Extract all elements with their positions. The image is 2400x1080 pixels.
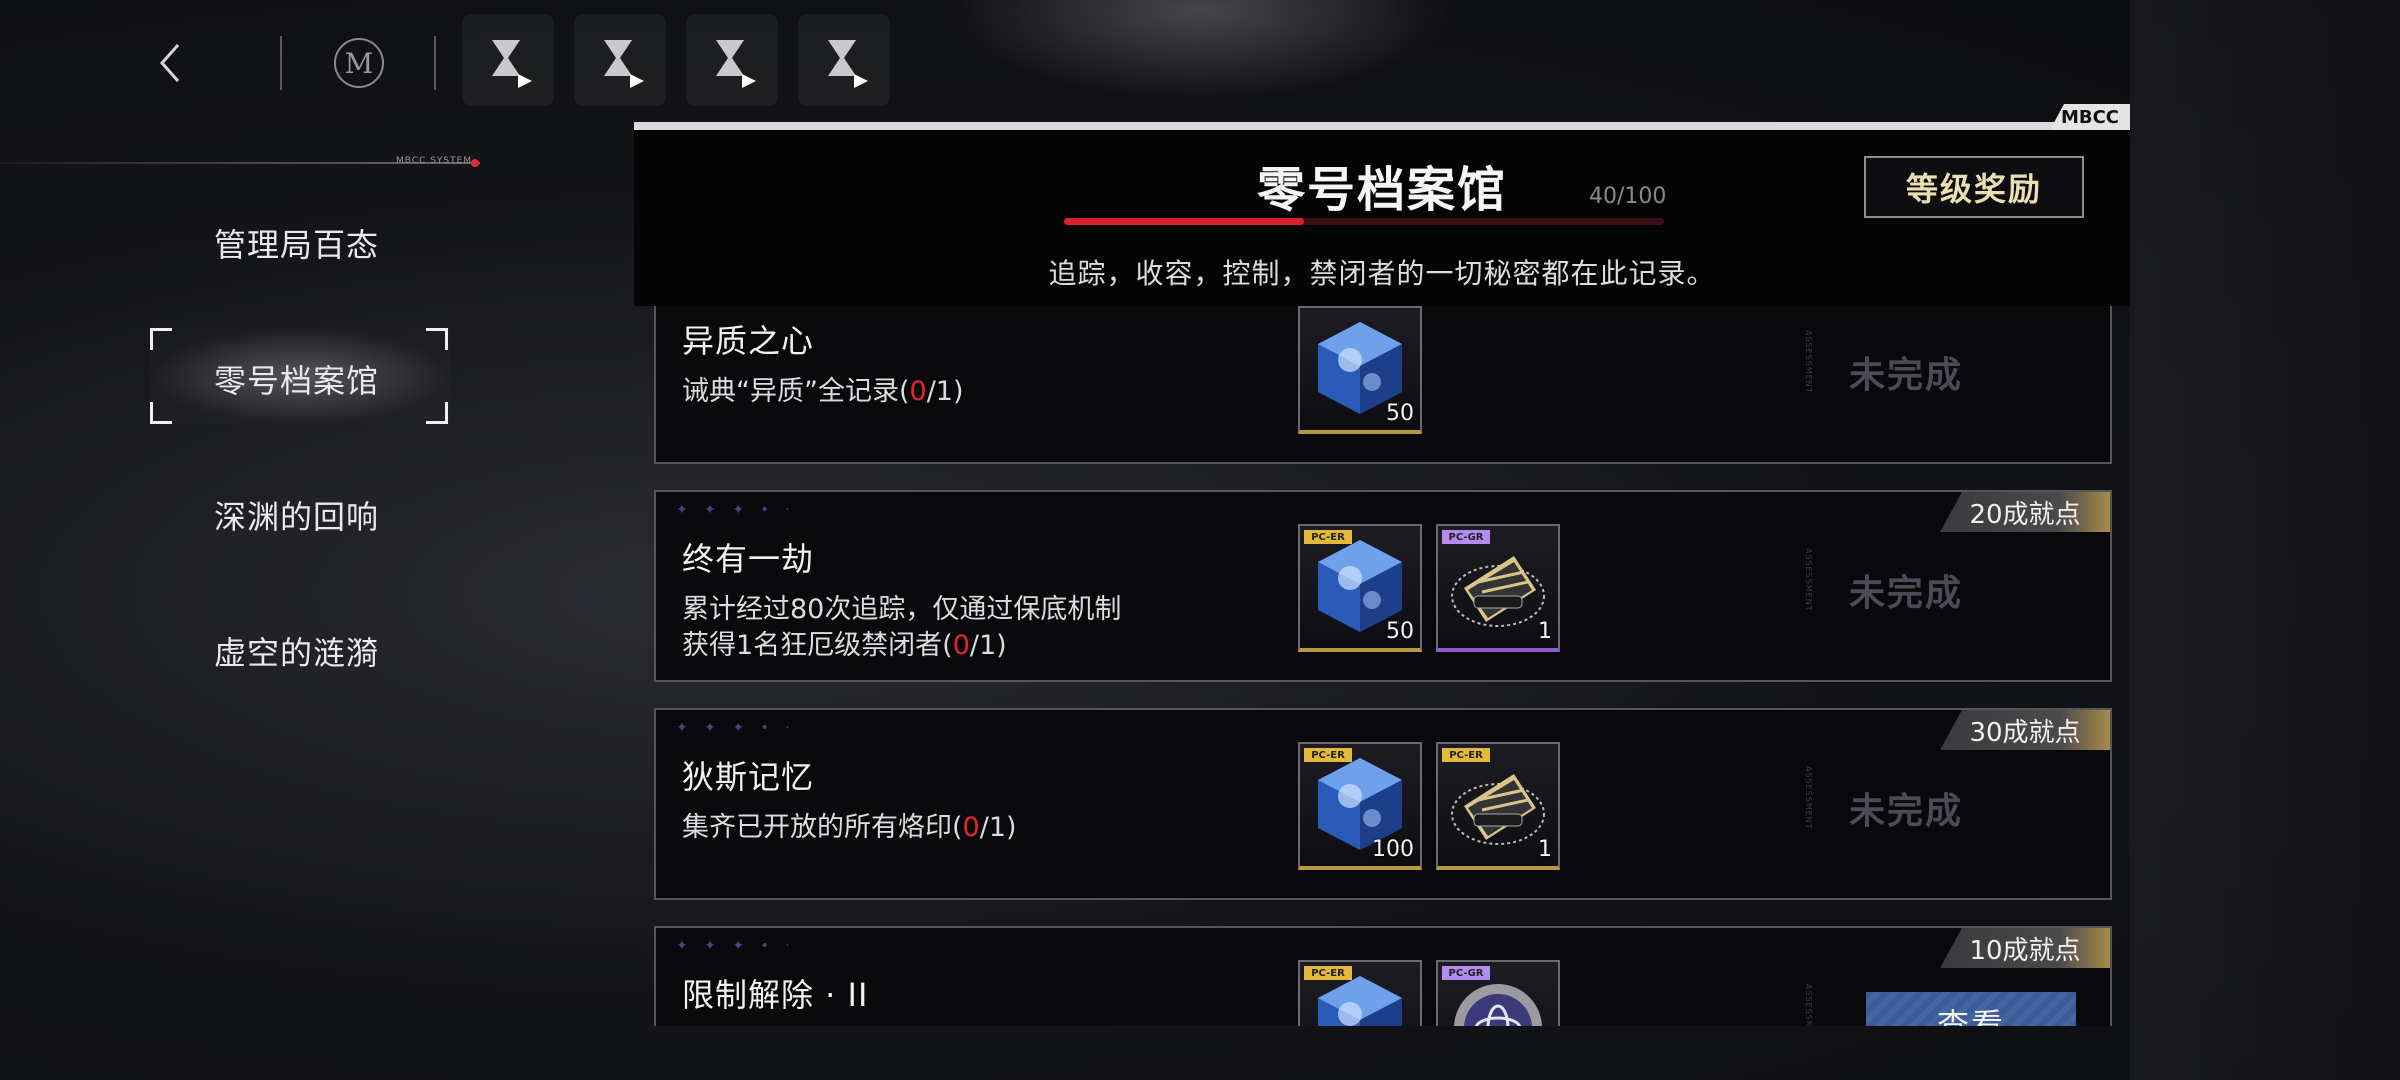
selection-corner [150, 402, 172, 424]
description-suffix: /1) [926, 376, 964, 407]
chevron-left-icon [159, 44, 180, 82]
achievement-description: 诫典“异质”全记录(0/1) [682, 374, 1142, 410]
achievement-title: 狄斯记忆 [682, 758, 815, 796]
selection-corner [150, 328, 172, 350]
item-count: 50 [1386, 619, 1414, 644]
panel-header: 零号档案馆 40/100 追踪，收容，控制，禁闭者的一切秘密都在此记录。 等级奖… [634, 130, 2130, 306]
archive-progress-bar [1064, 218, 1664, 225]
achievement-points-badge: 30成就点 [1940, 710, 2110, 750]
item-count: 50 [1386, 401, 1414, 426]
reward-item[interactable]: PC-GR 1 [1436, 524, 1560, 652]
reward-item[interactable]: PC-ER [1298, 960, 1422, 1026]
assessment-label: ASSESSMENT [1804, 766, 1813, 830]
sidebar-item-management[interactable]: 管理局百态 [214, 220, 379, 266]
hourglass-play-icon [492, 40, 532, 88]
item-rarity-tag: PC-GR [1442, 530, 1490, 544]
item-count: 100 [1372, 837, 1414, 862]
hourglass-play-icon [828, 40, 868, 88]
achievement-card[interactable]: ✦ ✦ ✦ • · 限制解除 · II 10成就点 ASSESSMENT 查看 PC-ER… [654, 926, 2112, 1026]
toolbar-divider [280, 36, 282, 90]
item-rarity-tag: PC-ER [1304, 966, 1352, 980]
level-reward-button[interactable]: 等级奖励 [1864, 156, 2084, 218]
reward-item[interactable]: PC-ER 100 [1298, 742, 1422, 870]
achievement-description: 累计经过80次追踪，仅通过保底机制获得1名狂厄级禁闭者(0/1) [682, 592, 1142, 664]
description-text: 累计经过80次追踪，仅通过保底机制获得1名狂厄级禁闭者( [682, 594, 1122, 661]
toolbar-divider [434, 36, 436, 90]
reward-item[interactable]: PC-ER 50 [1298, 524, 1422, 652]
hourglass-play-icon [716, 40, 756, 88]
sidebar-item-abyss-echo[interactable]: 深渊的回响 [214, 492, 379, 538]
view-button[interactable]: 查看 [1866, 992, 2076, 1026]
achievement-title: 终有一劫 [682, 540, 815, 578]
sidebar-item-void-ripple[interactable]: 虚空的涟漪 [214, 628, 379, 674]
archive-progress-fill [1064, 218, 1304, 225]
selection-corner [426, 328, 448, 350]
reward-item[interactable]: PC-ER 1 [1436, 742, 1560, 870]
status-incomplete: 未完成 [1848, 790, 1963, 832]
mbcc-tag: MBCC [2050, 104, 2130, 130]
assessment-label: ASSESSMENT [1804, 984, 1813, 1026]
item-rarity-tag: PC-GR [1442, 966, 1490, 980]
reward-item[interactable]: PC-GR [1436, 960, 1560, 1026]
svg-text:M: M [345, 47, 374, 80]
assessment-label: ASSESSMENT [1804, 330, 1813, 394]
page-subtitle: 追踪，收容，控制，禁闭者的一切秘密都在此记录。 [1048, 257, 1716, 290]
toolbar-hourglass-button-2[interactable] [574, 14, 666, 106]
system-label: MBCC SYSTEM [396, 156, 473, 166]
background-glow [950, 0, 1450, 100]
classified-ticket-icon [1451, 556, 1545, 627]
hourglass-play-icon [604, 40, 644, 88]
card-decoration: ✦ ✦ ✦ • · [676, 720, 796, 736]
achievement-points-badge: 10成就点 [1940, 928, 2110, 968]
toolbar-hourglass-button-3[interactable] [686, 14, 778, 106]
description-suffix: /1) [969, 630, 1007, 661]
item-rarity-tag: PC-ER [1304, 530, 1352, 544]
sidebar-item-archive-zero[interactable]: 零号档案馆 [214, 356, 379, 402]
item-rarity-tag: PC-ER [1442, 748, 1490, 762]
item-rarity-tag: PC-ER [1304, 748, 1352, 762]
description-progress: 0 [962, 812, 980, 843]
reward-item[interactable]: 50 [1298, 306, 1422, 434]
item-count: 1 [1538, 837, 1552, 862]
achievement-points-badge: 20成就点 [1940, 492, 2110, 532]
description-progress: 0 [909, 376, 927, 407]
achievement-card[interactable]: ✦ ✦ ✦ • · 终有一劫累计经过80次追踪，仅通过保底机制获得1名狂厄级禁闭者… [654, 490, 2112, 682]
system-indicator-dot [471, 159, 479, 167]
top-bar: M [0, 0, 900, 120]
description-progress: 0 [952, 630, 970, 661]
achievement-title: 限制解除 · II [682, 976, 869, 1014]
achievement-card[interactable]: ✦ ✦ ✦ • · 狄斯记忆集齐已开放的所有烙印(0/1) 30成就点 ASSESSM… [654, 708, 2112, 900]
achievement-list[interactable]: ✦ ✦ ✦ • ·异质之心诫典“异质”全记录(0/1)ASSESSMENT未完成… [634, 306, 2130, 1026]
description-suffix: /1) [979, 812, 1017, 843]
achievement-title: 异质之心 [682, 322, 815, 360]
status-incomplete: 未完成 [1848, 572, 1963, 614]
progress-text: 40/100 [1589, 184, 1667, 209]
back-button[interactable] [148, 38, 192, 88]
background-shade [2130, 0, 2400, 1080]
achievement-card[interactable]: ✦ ✦ ✦ • ·异质之心诫典“异质”全记录(0/1)ASSESSMENT未完成… [654, 306, 2112, 464]
achievement-description: 集齐已开放的所有烙印(0/1) [682, 810, 1142, 846]
classified-ticket-icon [1451, 774, 1545, 845]
description-text: 集齐已开放的所有烙印( [682, 812, 963, 843]
archive-panel: 零号档案馆 40/100 追踪，收容，控制，禁闭者的一切秘密都在此记录。 等级奖… [634, 122, 2130, 1026]
item-count: 1 [1538, 619, 1552, 644]
panel-top-border [634, 122, 2130, 130]
selection-corner [426, 402, 448, 424]
card-decoration: ✦ ✦ ✦ • · [676, 502, 796, 518]
assessment-label: ASSESSMENT [1804, 548, 1813, 612]
status-incomplete: 未完成 [1848, 354, 1963, 396]
mbcc-logo-icon[interactable]: M [332, 36, 386, 90]
toolbar-hourglass-button-1[interactable] [462, 14, 554, 106]
toolbar-hourglass-button-4[interactable] [798, 14, 890, 106]
description-text: 诫典“异质”全记录( [682, 376, 910, 407]
card-decoration: ✦ ✦ ✦ • · [676, 938, 796, 954]
